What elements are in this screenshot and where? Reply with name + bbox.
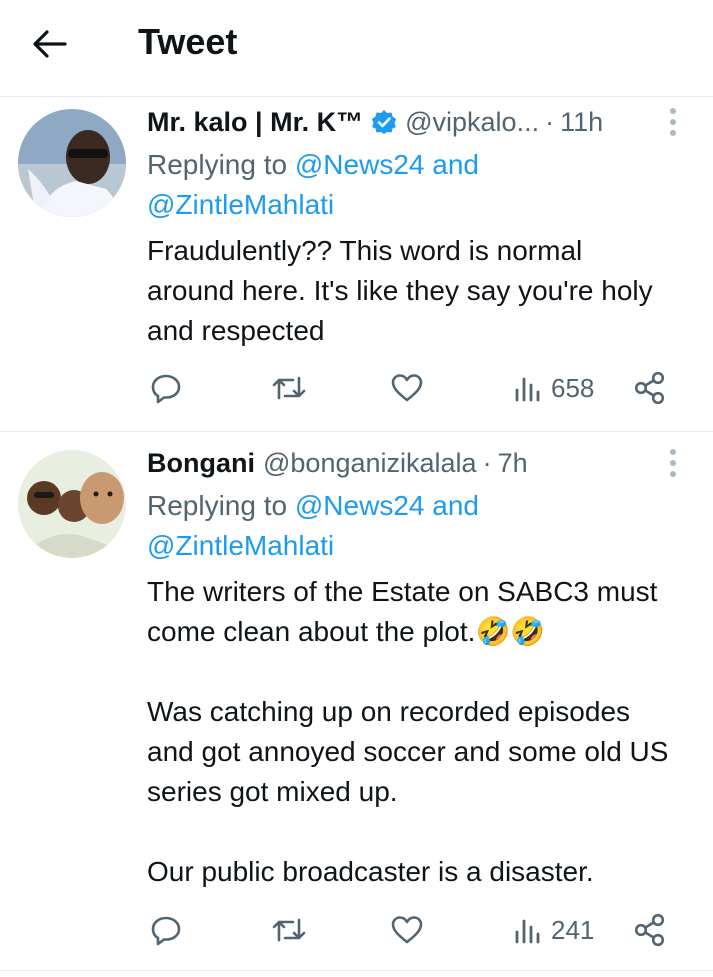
share-button[interactable]: [634, 368, 666, 408]
tweet-text: Fraudulently?? This word is normal aroun…: [147, 235, 661, 346]
mention-link[interactable]: @ZintleMahlati: [147, 530, 334, 561]
back-button[interactable]: [30, 24, 70, 64]
share-icon: [634, 913, 665, 947]
reply-button[interactable]: [150, 910, 182, 950]
mention-link[interactable]: @News24: [295, 490, 425, 521]
author-handle[interactable]: @vipkalo...: [405, 105, 539, 139]
tweet-text: The writers of the Estate on SABC3 must …: [147, 576, 669, 887]
page-title: Tweet: [138, 21, 238, 62]
avatar[interactable]: [18, 450, 126, 558]
action-bar: 658: [0, 368, 713, 408]
tweet-header: Bongani @bonganizikalala · 7h: [147, 446, 643, 480]
replying-prefix: Replying to: [147, 149, 288, 180]
replying-and-link[interactable]: and: [432, 149, 479, 180]
mention-link[interactable]: @News24: [295, 149, 425, 180]
views-count: 658: [551, 372, 595, 403]
timestamp[interactable]: 11h: [560, 105, 603, 139]
verified-badge-icon: [371, 109, 397, 135]
more-vertical-icon: [670, 449, 676, 455]
replying-to: Replying to @News24 and @ZintleMahlati: [147, 145, 647, 225]
more-dot: [670, 119, 676, 125]
views-button[interactable]: 658: [513, 368, 594, 408]
more-options-button[interactable]: [663, 105, 683, 139]
author-handle[interactable]: @bonganizikalala: [263, 446, 477, 480]
views-icon: [515, 377, 540, 402]
share-button[interactable]: [634, 910, 666, 950]
tweet-reply[interactable]: Mr. kalo | Mr. K™ @vipkalo... · 11h Repl…: [0, 97, 713, 432]
reply-button[interactable]: [150, 368, 182, 408]
replying-and-link[interactable]: and: [432, 490, 479, 521]
more-options-button[interactable]: [663, 446, 683, 480]
top-bar: Tweet: [0, 0, 713, 97]
retweet-button[interactable]: [271, 368, 307, 408]
replying-prefix: Replying to: [147, 490, 288, 521]
more-vertical-icon: [670, 108, 676, 114]
share-icon: [634, 371, 665, 405]
like-button[interactable]: [390, 910, 424, 950]
retweet-icon: [272, 918, 306, 942]
avatar[interactable]: [18, 109, 126, 217]
author-name[interactable]: Mr. kalo | Mr. K™: [147, 105, 363, 139]
views-count: 241: [551, 914, 595, 945]
mention-link[interactable]: @ZintleMahlati: [147, 189, 334, 220]
avatar-photo: [18, 109, 126, 217]
reply-icon: [151, 374, 181, 404]
arrow-left-icon: [33, 30, 67, 58]
avatar-photo: [18, 450, 126, 558]
retweet-button[interactable]: [271, 910, 307, 950]
timestamp[interactable]: 7h: [498, 446, 528, 480]
more-dot: [670, 130, 676, 136]
views-icon: [515, 919, 540, 944]
tweet-reply[interactable]: Bongani @bonganizikalala · 7h Replying t…: [0, 432, 713, 971]
like-button[interactable]: [390, 368, 424, 408]
retweet-icon: [272, 376, 306, 400]
heart-icon: [391, 916, 423, 944]
reply-icon: [151, 916, 181, 946]
heart-icon: [391, 374, 423, 402]
replying-to: Replying to @News24 and @ZintleMahlati: [147, 486, 647, 566]
meta-separator: ·: [482, 448, 492, 478]
author-name[interactable]: Bongani: [147, 446, 255, 480]
action-bar: 241: [0, 910, 713, 950]
views-button[interactable]: 241: [513, 910, 594, 950]
meta-separator: ·: [545, 107, 555, 137]
more-dot: [670, 471, 676, 477]
tweet-header: Mr. kalo | Mr. K™ @vipkalo... · 11h: [147, 105, 643, 139]
more-dot: [670, 460, 676, 466]
